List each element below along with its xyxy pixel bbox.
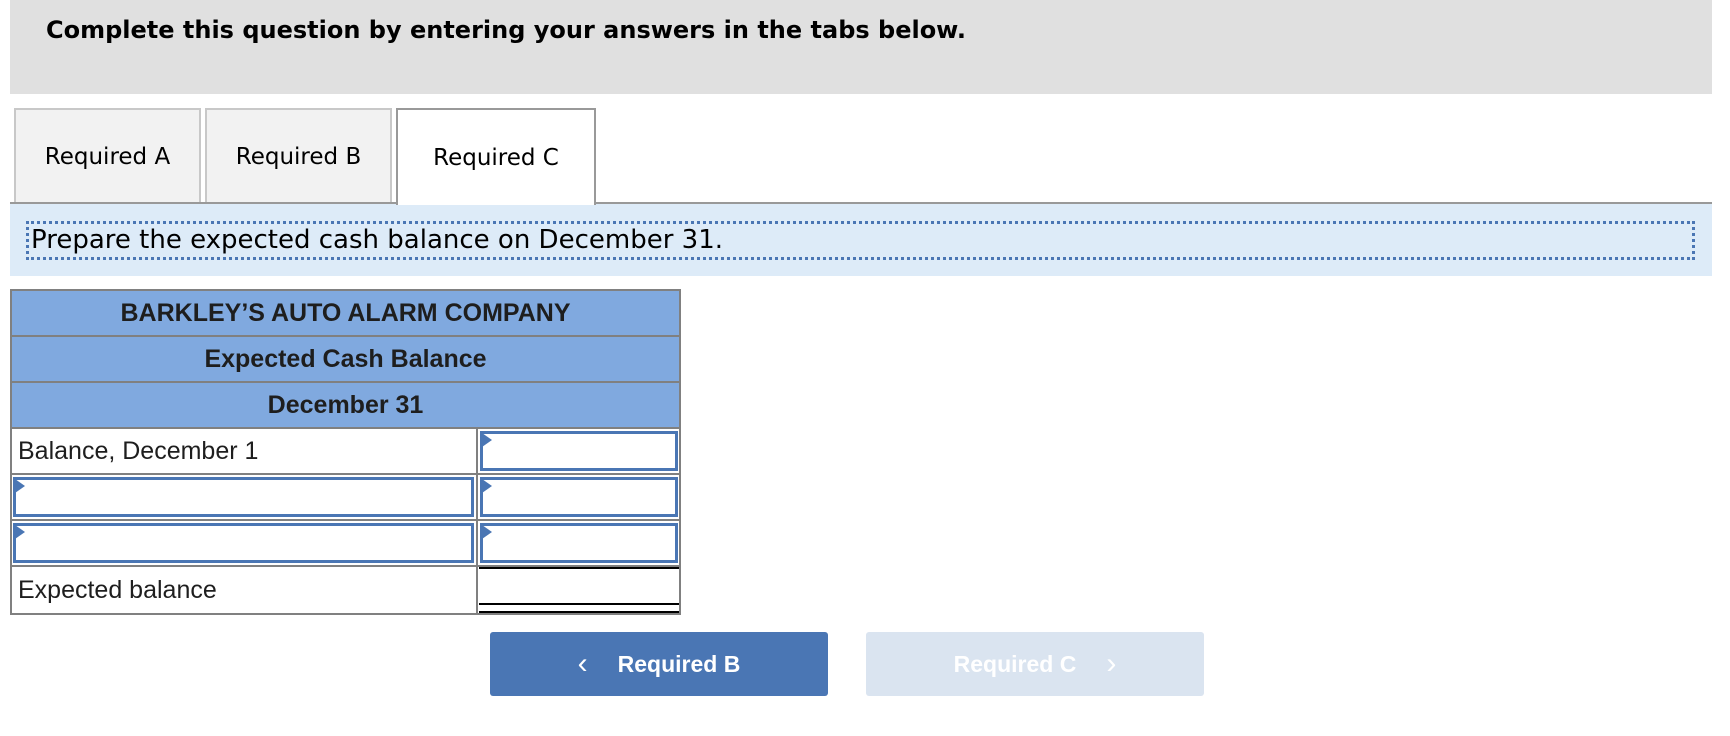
table-row: Balance, December 1	[12, 429, 679, 475]
instruction-text: Complete this question by entering your …	[46, 16, 966, 44]
prev-button-label: Required B	[617, 650, 741, 677]
expected-balance-total	[479, 567, 679, 613]
statement-date: December 31	[12, 383, 679, 429]
tab-required-c[interactable]: Required C	[396, 108, 596, 205]
instruction-header: Complete this question by entering your …	[10, 0, 1712, 94]
row-label: Balance, December 1	[12, 429, 478, 473]
input-flag-icon	[482, 479, 492, 493]
input-flag-icon	[15, 479, 25, 493]
table-row	[12, 521, 679, 567]
expected-cash-balance-table: BARKLEY’S AUTO ALARM COMPANY Expected Ca…	[10, 289, 681, 615]
tab-required-a[interactable]: Required A	[14, 108, 201, 204]
input-flag-icon	[482, 525, 492, 539]
next-required-c-button[interactable]: Required C ›	[866, 632, 1204, 696]
tab-required-b[interactable]: Required B	[205, 108, 392, 204]
prompt-text: Prepare the expected cash balance on Dec…	[26, 221, 1695, 260]
input-flag-icon	[482, 433, 492, 447]
table-row: Expected balance	[12, 567, 679, 613]
chevron-left-icon: ‹	[577, 647, 588, 680]
chevron-right-icon: ›	[1106, 647, 1117, 680]
balance-dec1-amount-input[interactable]	[480, 431, 678, 471]
row-2-label-dropdown[interactable]	[13, 477, 474, 517]
table-row	[12, 475, 679, 521]
row-label: Expected balance	[12, 567, 478, 613]
row-3-label-dropdown[interactable]	[13, 523, 474, 563]
company-name: BARKLEY’S AUTO ALARM COMPANY	[12, 291, 679, 337]
row-2-amount-input[interactable]	[480, 477, 678, 517]
statement-title: Expected Cash Balance	[12, 337, 679, 383]
next-button-label: Required C	[953, 650, 1077, 677]
prev-required-b-button[interactable]: ‹ Required B	[490, 632, 828, 696]
row-3-amount-input[interactable]	[480, 523, 678, 563]
prompt-band: Prepare the expected cash balance on Dec…	[10, 204, 1712, 276]
input-flag-icon	[15, 525, 25, 539]
